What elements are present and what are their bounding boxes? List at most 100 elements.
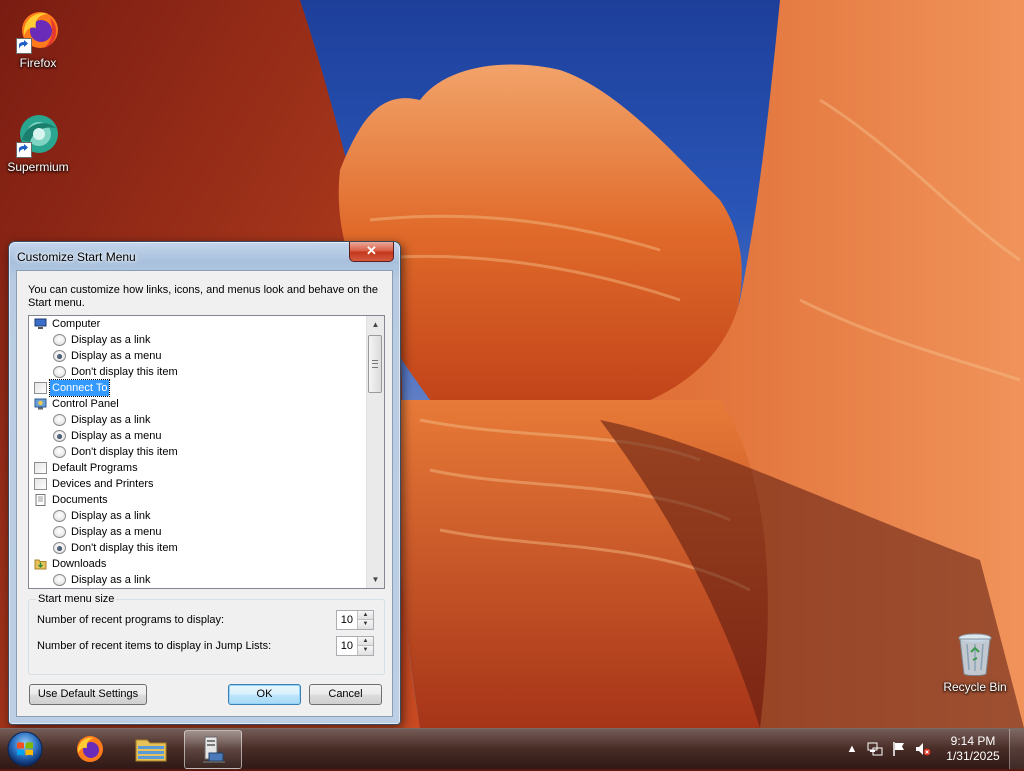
radio-option[interactable]: Don't display this item	[29, 364, 367, 380]
taskbar-customize-start-menu-button[interactable]	[184, 730, 242, 769]
radio-unchecked-icon[interactable]	[53, 334, 66, 346]
action-center-flag-icon[interactable]	[890, 740, 908, 758]
dialog-intro-text: You can customize how links, icons, and …	[28, 284, 378, 309]
taskbar-file-explorer-button[interactable]	[123, 730, 179, 767]
checkbox-option[interactable]: Connect To	[29, 379, 367, 397]
scroll-down-arrow-icon[interactable]: ▼	[367, 571, 384, 588]
radio-unchecked-icon[interactable]	[53, 510, 66, 522]
downloads-icon	[34, 558, 47, 570]
desktop-icon-firefox[interactable]: Firefox	[0, 6, 76, 70]
radio-label: Display as a link	[71, 334, 151, 346]
taskbar-clock[interactable]: 9:14 PM 1/31/2025	[938, 734, 1008, 764]
taskbar-firefox-button[interactable]	[62, 730, 118, 767]
use-default-settings-button[interactable]: Use Default Settings	[29, 684, 147, 705]
radio-unchecked-icon[interactable]	[53, 574, 66, 586]
list-category: Computer	[29, 316, 367, 332]
desktop-icon-recycle-bin[interactable]: Recycle Bin	[937, 630, 1013, 694]
shortcut-arrow-icon	[16, 142, 32, 158]
recent-items-label: Number of recent items to display in Jum…	[37, 640, 272, 652]
cancel-button[interactable]: Cancel	[309, 684, 382, 705]
listbox-scrollbar[interactable]: ▲ ▼	[366, 316, 384, 588]
radio-unchecked-icon[interactable]	[53, 446, 66, 458]
checkbox-unchecked-icon[interactable]	[34, 478, 47, 490]
list-category: Documents	[29, 492, 367, 508]
checkbox-unchecked-icon[interactable]	[34, 462, 47, 474]
radio-label: Display as a menu	[71, 350, 162, 362]
firefox-icon	[14, 6, 62, 54]
checkbox-label: Default Programs	[52, 462, 138, 474]
radio-checked-icon[interactable]	[53, 430, 66, 442]
radio-option[interactable]: Don't display this item	[29, 444, 367, 460]
radio-label: Display as a link	[71, 510, 151, 522]
radio-option[interactable]: Display as a link	[29, 332, 367, 348]
desktop-icon-supermium[interactable]: Supermium	[0, 110, 76, 174]
group-title: Start menu size	[36, 593, 117, 605]
category-label: Downloads	[52, 558, 107, 570]
recent-programs-label: Number of recent programs to display:	[37, 614, 225, 626]
radio-label: Display as a link	[71, 574, 151, 586]
checkbox-label: Devices and Printers	[52, 478, 154, 490]
list-category: Downloads	[29, 556, 367, 572]
radio-unchecked-icon[interactable]	[53, 414, 66, 426]
recent-programs-spinner[interactable]: 10 ▲ ▼	[336, 610, 374, 630]
recent-programs-value[interactable]: 10	[341, 614, 353, 626]
spin-up-arrow-icon[interactable]: ▲	[357, 637, 373, 646]
clock-time: 9:14 PM	[950, 734, 996, 748]
radio-checked-icon[interactable]	[53, 350, 66, 362]
show-desktop-button[interactable]	[1009, 729, 1024, 769]
taskbar: ▲ 9:14 PM 1/31/2025	[0, 728, 1024, 769]
desktop-icon-label: Supermium	[7, 160, 69, 174]
scroll-up-arrow-icon[interactable]: ▲	[367, 316, 384, 333]
radio-label: Don't display this item	[71, 542, 178, 554]
category-label: Documents	[52, 494, 108, 506]
checkbox-option[interactable]: Devices and Printers	[29, 476, 367, 492]
category-label: Computer	[52, 318, 101, 330]
file-explorer-icon	[135, 739, 167, 762]
radio-option[interactable]: Display as a link	[29, 572, 367, 588]
checkbox-option[interactable]: Default Programs	[29, 460, 367, 476]
customize-start-menu-dialog: Customize Start Menu ✕ You can customize…	[8, 241, 401, 725]
start-orb-icon	[7, 731, 43, 767]
checkbox-unchecked-icon[interactable]	[34, 382, 47, 394]
radio-unchecked-icon[interactable]	[53, 366, 66, 378]
firefox-icon	[77, 736, 103, 762]
checkbox-label: Connect To	[48, 379, 111, 397]
radio-label: Don't display this item	[71, 366, 178, 378]
radio-label: Display as a menu	[71, 430, 162, 442]
category-label: Control Panel	[52, 398, 119, 410]
radio-unchecked-icon[interactable]	[53, 526, 66, 538]
scrollbar-thumb[interactable]	[368, 335, 382, 393]
recent-items-spinner[interactable]: 10 ▲ ▼	[336, 636, 374, 656]
dialog-titlebar[interactable]: Customize Start Menu ✕	[9, 242, 400, 270]
radio-option[interactable]: Display as a link	[29, 412, 367, 428]
desktop-icon-label: Firefox	[19, 56, 57, 70]
radio-option[interactable]: Don't display this item	[29, 540, 367, 556]
shortcut-arrow-icon	[16, 38, 32, 54]
volume-muted-icon[interactable]	[914, 740, 932, 758]
network-icon[interactable]	[866, 740, 884, 758]
radio-option[interactable]: Display as a menu	[29, 524, 367, 540]
radio-label: Don't display this item	[71, 446, 178, 458]
close-button[interactable]: ✕	[349, 242, 394, 262]
radio-option[interactable]: Display as a menu	[29, 348, 367, 364]
radio-label: Display as a link	[71, 414, 151, 426]
radio-checked-icon[interactable]	[53, 542, 66, 554]
spin-up-arrow-icon[interactable]: ▲	[357, 611, 373, 620]
recent-items-value[interactable]: 10	[341, 640, 353, 652]
radio-option[interactable]: Display as a link	[29, 508, 367, 524]
listbox-items: Computer Display as a link Display as a me…	[29, 316, 367, 588]
spin-down-arrow-icon[interactable]: ▼	[357, 620, 373, 629]
spin-down-arrow-icon[interactable]: ▼	[357, 646, 373, 655]
radio-label: Display as a menu	[71, 526, 162, 538]
show-hidden-icons-icon[interactable]: ▲	[843, 740, 861, 758]
close-icon: ✕	[366, 243, 377, 258]
dialog-title: Customize Start Menu	[17, 250, 136, 264]
ok-button[interactable]: OK	[228, 684, 301, 705]
scrollbar-grip-icon	[372, 360, 378, 368]
start-button[interactable]	[5, 730, 45, 768]
documents-icon	[34, 494, 47, 506]
radio-option[interactable]: Display as a menu	[29, 428, 367, 444]
clock-date: 1/31/2025	[946, 749, 1000, 763]
start-menu-items-listbox[interactable]: Computer Display as a link Display as a me…	[28, 315, 385, 589]
dialog-client-area: You can customize how links, icons, and …	[16, 270, 393, 717]
